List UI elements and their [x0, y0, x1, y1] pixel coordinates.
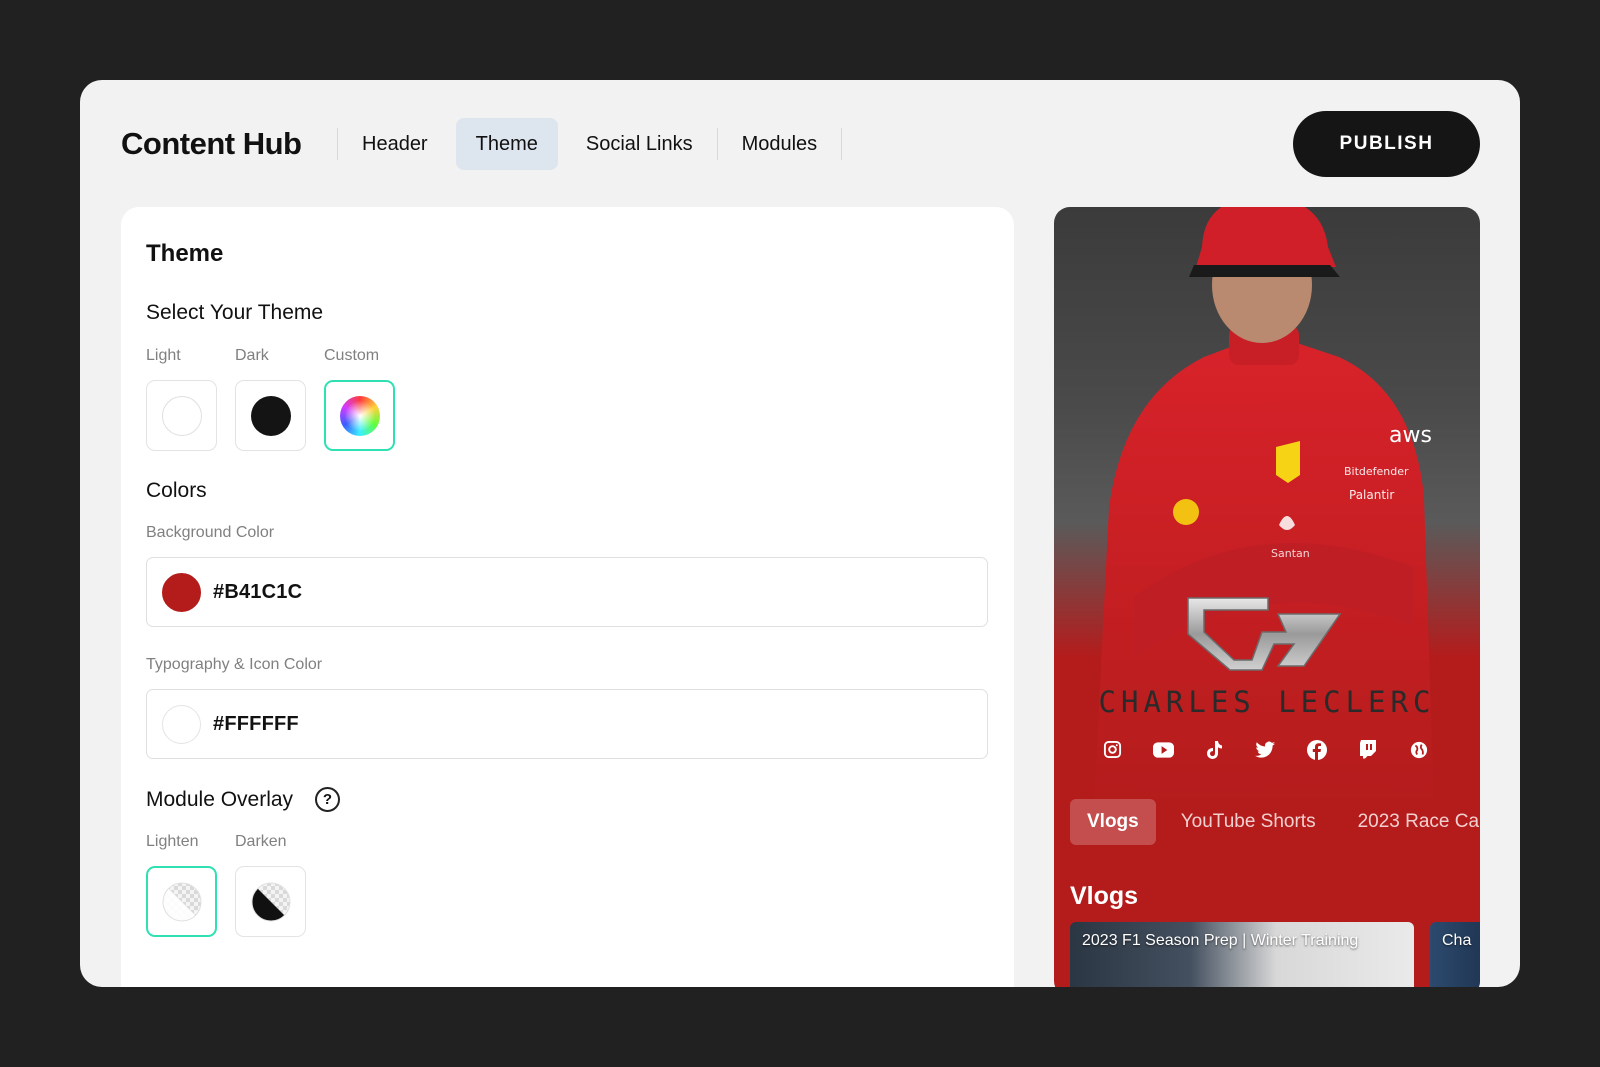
- social-links: [1102, 739, 1429, 760]
- overlay-darken-option[interactable]: [235, 866, 306, 937]
- background-color-chip[interactable]: [162, 572, 201, 612]
- theme-dark-option[interactable]: [235, 380, 306, 451]
- overlay-lighten-option[interactable]: [146, 866, 217, 937]
- light-swatch-icon: [161, 395, 202, 436]
- twitch-icon[interactable]: [1357, 739, 1378, 760]
- tab-divider: [716, 128, 718, 160]
- preview-tab-youtube-shorts[interactable]: YouTube Shorts: [1181, 811, 1316, 833]
- background-color-label: Background Color: [146, 524, 275, 541]
- background-color-field[interactable]: #B41C1C: [146, 557, 988, 627]
- tab-header[interactable]: Header: [342, 118, 448, 170]
- video-title: Cha: [1442, 932, 1472, 949]
- youtube-icon[interactable]: [1153, 739, 1174, 760]
- module-overlay-heading: Module Overlay: [146, 788, 294, 811]
- instagram-icon[interactable]: [1102, 739, 1123, 760]
- video-title: 2023 F1 Season Prep | Winter Training: [1082, 932, 1359, 949]
- typography-color-field[interactable]: #FFFFFF: [146, 689, 988, 759]
- dark-swatch-icon: [250, 395, 291, 436]
- tab-modules[interactable]: Modules: [722, 118, 838, 170]
- driver-logo-icon: [1187, 597, 1342, 671]
- app-window: Content Hub Header Theme Social Links Mo…: [80, 80, 1520, 987]
- tiktok-icon[interactable]: [1204, 739, 1225, 760]
- typography-color-chip[interactable]: [162, 704, 201, 744]
- video-card[interactable]: 2023 F1 Season Prep | Winter Training: [1070, 922, 1414, 987]
- tab-theme[interactable]: Theme: [455, 118, 558, 170]
- help-icon[interactable]: ?: [315, 787, 340, 812]
- lighten-overlay-icon: [162, 882, 201, 921]
- svg-text:Bitdefender: Bitdefender: [1344, 465, 1409, 478]
- tab-social-links[interactable]: Social Links: [566, 118, 713, 170]
- app-title: Content Hub: [121, 126, 302, 161]
- svg-text:Palantir: Palantir: [1349, 488, 1394, 502]
- top-tabs: Header Theme Social Links Modules: [337, 118, 843, 170]
- color-wheel-icon: [339, 395, 380, 436]
- typography-color-value: #FFFFFF: [213, 712, 299, 735]
- svg-text:aws: aws: [1389, 423, 1432, 448]
- website-icon[interactable]: [1408, 739, 1429, 760]
- theme-light-label: Light: [146, 347, 181, 364]
- video-card[interactable]: Cha: [1430, 922, 1480, 987]
- tab-divider: [337, 128, 338, 160]
- background-color-value: #B41C1C: [213, 580, 303, 603]
- driver-name: CHARLES LECLERC: [1098, 685, 1436, 719]
- preview-tab-race-calendar[interactable]: 2023 Race Calendar: [1358, 811, 1480, 833]
- facebook-icon[interactable]: [1306, 739, 1327, 760]
- preview-tabs: Vlogs YouTube Shorts 2023 Race Calendar: [1070, 799, 1480, 845]
- colors-heading: Colors: [146, 479, 207, 502]
- overlay-darken-label: Darken: [235, 833, 287, 850]
- darken-overlay-icon: [251, 882, 290, 921]
- panel-title: Theme: [146, 240, 224, 267]
- overlay-lighten-label: Lighten: [146, 833, 199, 850]
- typography-color-label: Typography & Icon Color: [146, 656, 323, 673]
- twitter-icon[interactable]: [1255, 739, 1276, 760]
- theme-custom-label: Custom: [324, 347, 380, 364]
- theme-panel: Theme Select Your Theme Light Dark Custo…: [121, 207, 1014, 987]
- preview-tab-vlogs[interactable]: Vlogs: [1070, 799, 1156, 845]
- svg-text:Santan: Santan: [1271, 547, 1310, 560]
- tab-divider: [841, 128, 843, 160]
- theme-custom-option[interactable]: [324, 380, 395, 451]
- theme-light-option[interactable]: [146, 380, 217, 451]
- vlogs-heading: Vlogs: [1070, 882, 1139, 910]
- theme-dark-label: Dark: [235, 347, 269, 364]
- select-theme-heading: Select Your Theme: [146, 301, 324, 324]
- publish-button[interactable]: PUBLISH: [1293, 111, 1480, 177]
- mobile-preview: aws Bitdefender Palantir Santan CHARLES …: [1054, 207, 1480, 987]
